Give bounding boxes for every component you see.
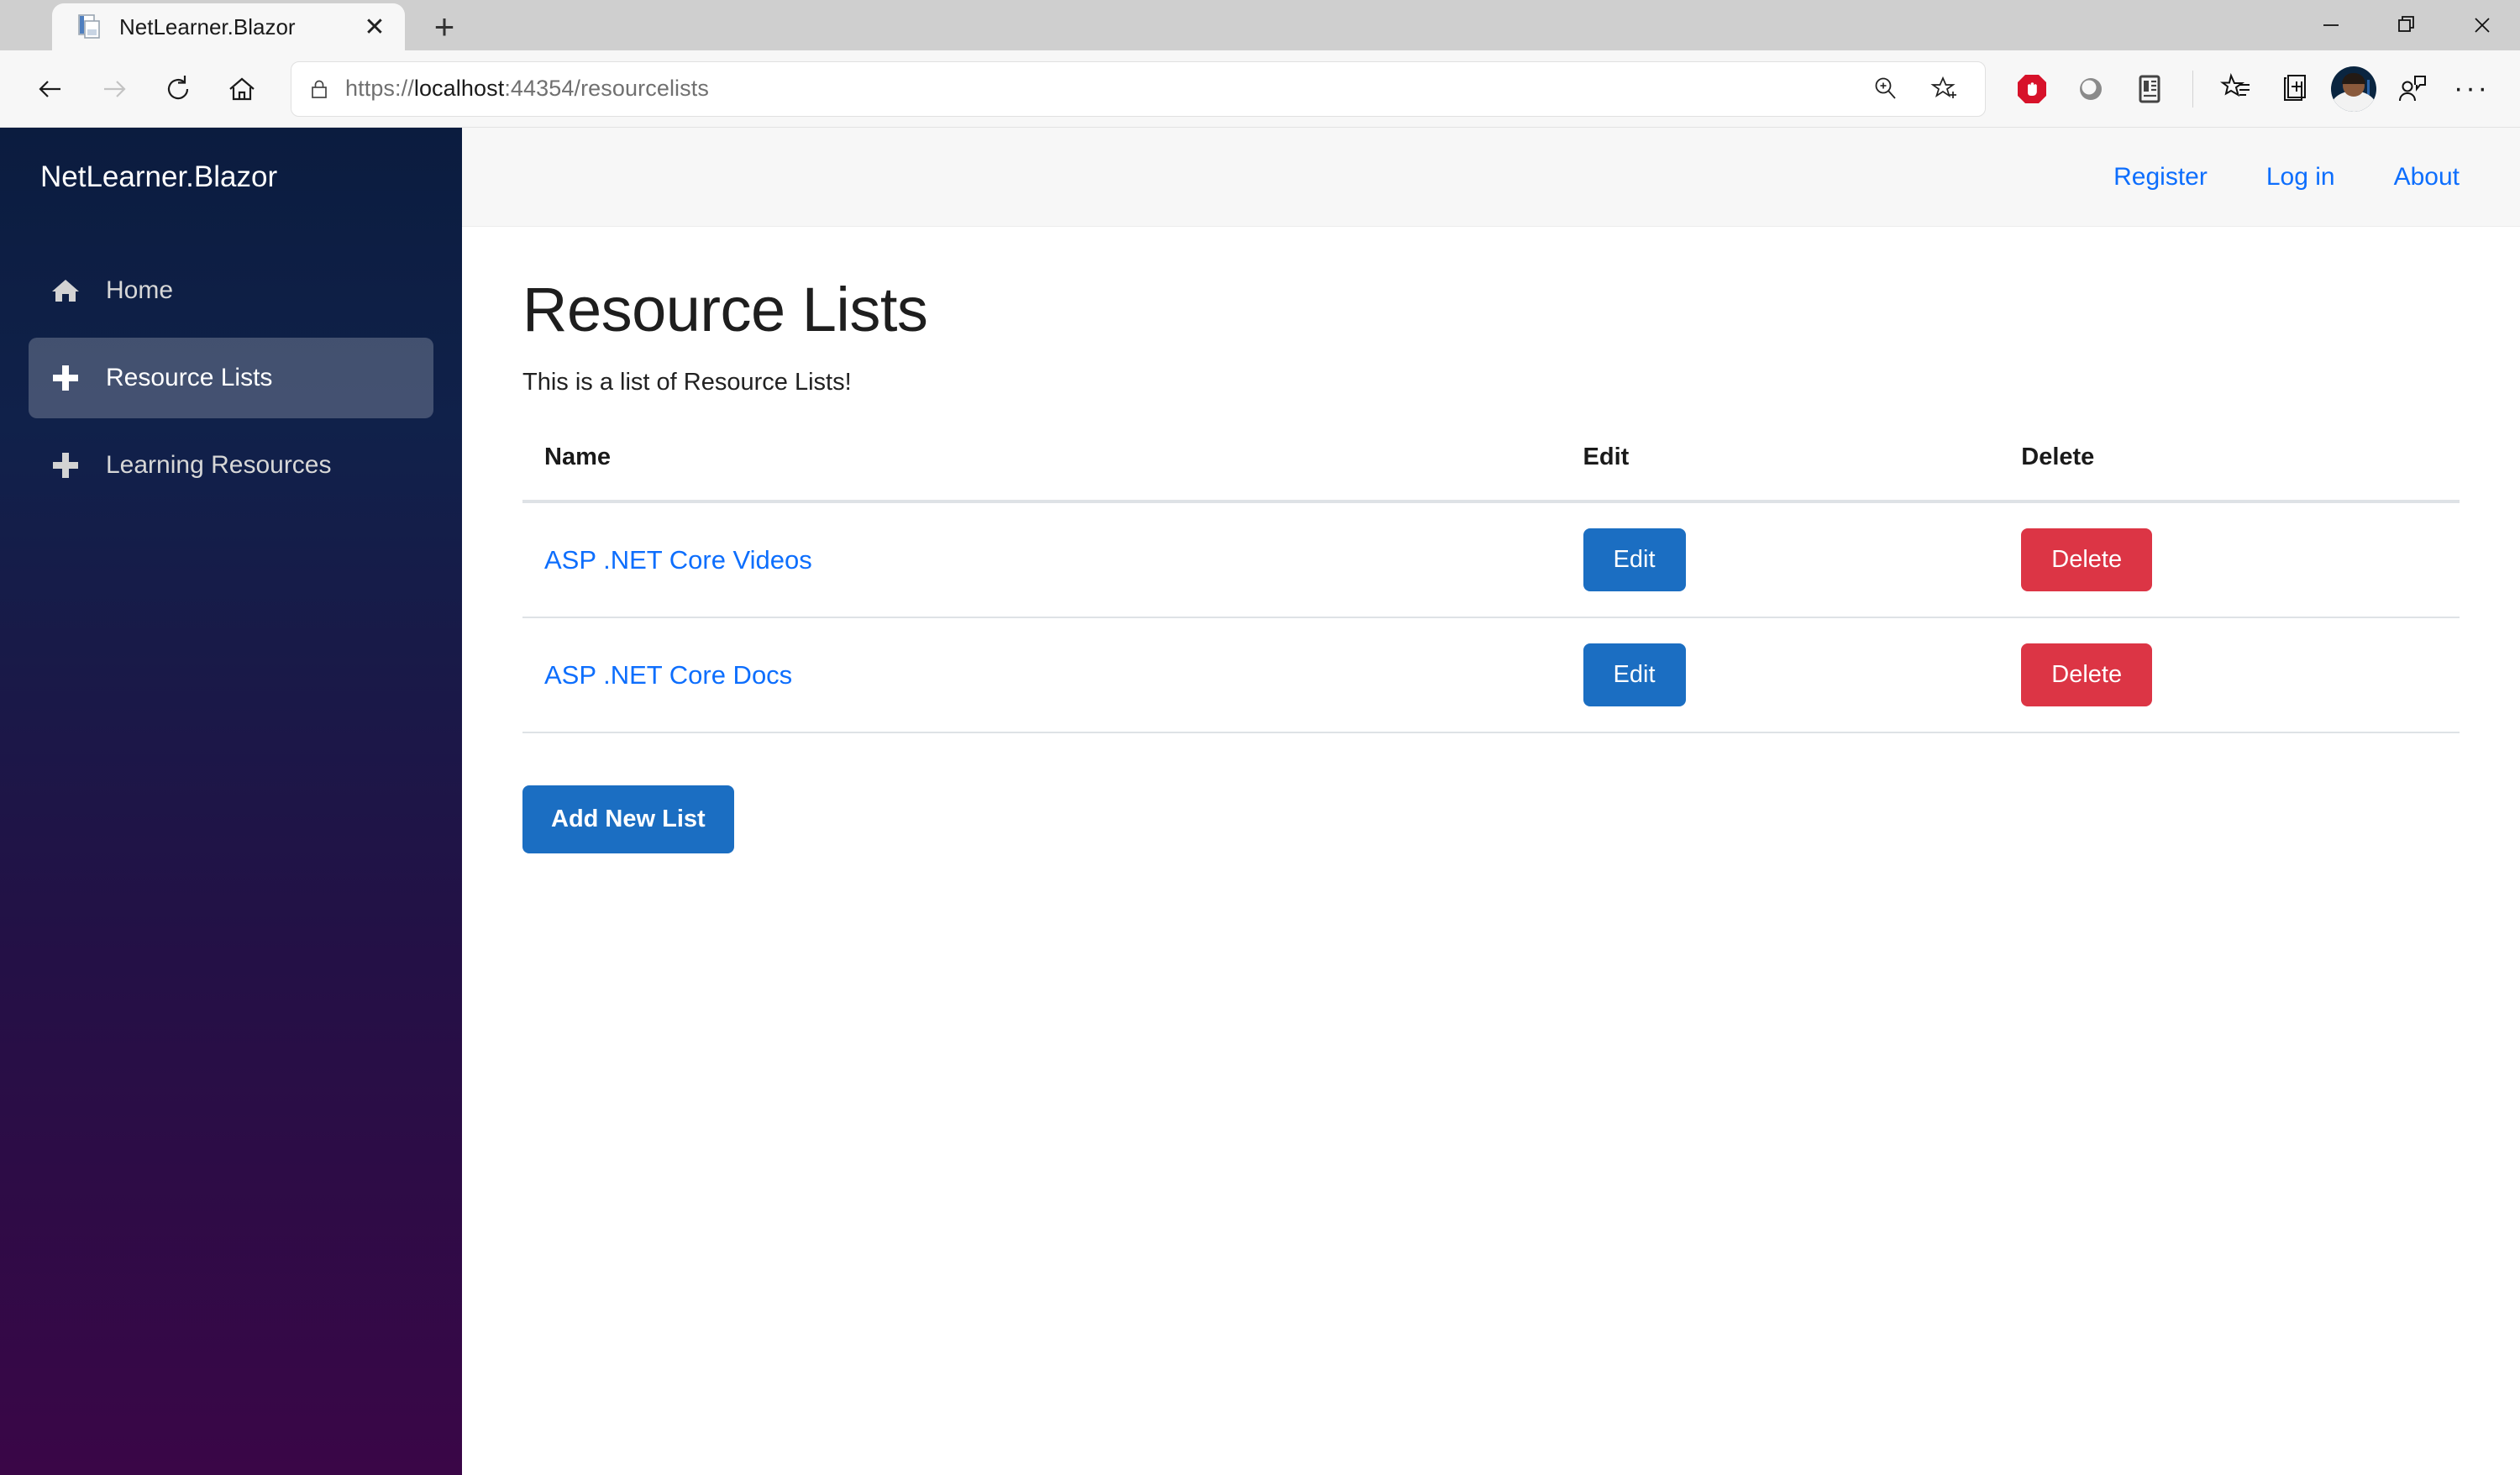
column-header-name: Name xyxy=(522,433,1583,503)
document-favicon xyxy=(76,13,104,41)
column-header-delete: Delete xyxy=(2021,433,2460,503)
sidebar-item-home[interactable]: Home xyxy=(29,250,433,331)
register-link[interactable]: Register xyxy=(2113,163,2208,192)
more-options-icon[interactable]: ··· xyxy=(2444,72,2500,105)
cell-edit: Edit xyxy=(1583,617,2022,733)
back-arrow-icon[interactable] xyxy=(20,59,81,119)
cell-edit: Edit xyxy=(1583,501,2022,618)
avatar-hair xyxy=(2342,72,2366,84)
page-viewport: NetLearner.Blazor Home Resource Lists Le… xyxy=(0,128,2520,1475)
profile-avatar xyxy=(2331,66,2377,112)
login-link[interactable]: Log in xyxy=(2266,163,2335,192)
sidebar-item-label: Home xyxy=(106,276,174,304)
window-minimize-button[interactable] xyxy=(2293,0,2369,50)
column-header-edit: Edit xyxy=(1583,433,2022,503)
delete-button[interactable]: Delete xyxy=(2021,528,2153,591)
page-body: Resource Lists This is a list of Resourc… xyxy=(462,227,2520,853)
toolbar-divider xyxy=(2192,70,2194,108)
sidebar-item-label: Resource Lists xyxy=(106,364,273,391)
new-tab-button[interactable]: + xyxy=(420,3,469,50)
omnibox-actions xyxy=(1861,64,1970,114)
window-restore-button[interactable] xyxy=(2369,0,2444,50)
top-nav-bar: Register Log in About xyxy=(462,128,2520,227)
add-new-list-button[interactable]: Add New List xyxy=(522,785,734,853)
window-controls xyxy=(2293,0,2520,50)
extension-ring-icon[interactable] xyxy=(2063,61,2118,117)
sidebar-item-learning-resources[interactable]: Learning Resources xyxy=(29,425,433,506)
cell-delete: Delete xyxy=(2021,501,2460,618)
resource-lists-table: Name Edit Delete ASP .NET Core Videos Ed… xyxy=(522,433,2460,733)
zoom-icon[interactable] xyxy=(1861,64,1911,114)
collections-icon[interactable] xyxy=(2208,61,2264,117)
forward-arrow-icon xyxy=(84,59,144,119)
tab-close-icon[interactable]: ✕ xyxy=(358,10,391,44)
reading-view-icon[interactable] xyxy=(2122,61,2177,117)
window-close-button[interactable] xyxy=(2444,0,2520,50)
browser-toolbar: https://localhost:44354/resourcelists ··… xyxy=(0,50,2520,128)
delete-button[interactable]: Delete xyxy=(2021,643,2153,706)
split-screen-icon[interactable] xyxy=(2267,61,2323,117)
table-row: ASP .NET Core Videos Edit Delete xyxy=(522,501,2460,618)
sidebar-item-label: Learning Resources xyxy=(106,451,332,479)
table-row: ASP .NET Core Docs Edit Delete xyxy=(522,617,2460,733)
resource-list-link[interactable]: ASP .NET Core Docs xyxy=(544,660,792,690)
plus-icon xyxy=(47,360,84,396)
avatar-background-stripe xyxy=(2367,79,2370,95)
address-bar[interactable]: https://localhost:44354/resourcelists xyxy=(291,60,1987,117)
browser-tab[interactable]: NetLearner.Blazor ✕ xyxy=(52,3,405,50)
tab-strip: NetLearner.Blazor ✕ + xyxy=(0,0,2520,50)
home-icon[interactable] xyxy=(212,59,272,119)
lock-icon xyxy=(307,77,332,101)
content-area: Register Log in About Resource Lists Thi… xyxy=(462,128,2520,1475)
table-head: Name Edit Delete xyxy=(522,433,2460,503)
cell-name: ASP .NET Core Docs xyxy=(522,617,1583,733)
about-link[interactable]: About xyxy=(2394,163,2460,192)
table-header-row: Name Edit Delete xyxy=(522,433,2460,503)
tab-title: NetLearner.Blazor xyxy=(119,13,296,39)
cell-delete: Delete xyxy=(2021,617,2460,733)
sidebar-item-resource-lists[interactable]: Resource Lists xyxy=(29,338,433,418)
url-text[interactable]: https://localhost:44354/resourcelists xyxy=(345,76,1847,102)
refresh-icon[interactable] xyxy=(148,59,208,119)
browser-window: NetLearner.Blazor ✕ + https://localhost:… xyxy=(0,0,2520,1475)
home-icon xyxy=(47,272,84,309)
sidebar-nav: Home Resource Lists Learning Resources xyxy=(0,227,462,506)
app-sidebar: NetLearner.Blazor Home Resource Lists Le… xyxy=(0,128,462,1475)
adblock-icon[interactable] xyxy=(2004,61,2060,117)
share-profile-icon[interactable] xyxy=(2385,61,2440,117)
page-title: Resource Lists xyxy=(522,275,928,344)
edit-button[interactable]: Edit xyxy=(1583,643,1686,706)
avatar[interactable] xyxy=(2326,61,2381,117)
resource-list-link[interactable]: ASP .NET Core Videos xyxy=(544,545,812,575)
page-subtitle: This is a list of Resource Lists! xyxy=(522,369,852,396)
app-brand[interactable]: NetLearner.Blazor xyxy=(0,128,462,227)
edit-button[interactable]: Edit xyxy=(1583,528,1686,591)
favorite-star-icon[interactable] xyxy=(1919,64,1970,114)
plus-icon xyxy=(47,447,84,484)
cell-name: ASP .NET Core Videos xyxy=(522,501,1583,618)
table-body: ASP .NET Core Videos Edit Delete ASP .NE… xyxy=(522,501,2460,733)
